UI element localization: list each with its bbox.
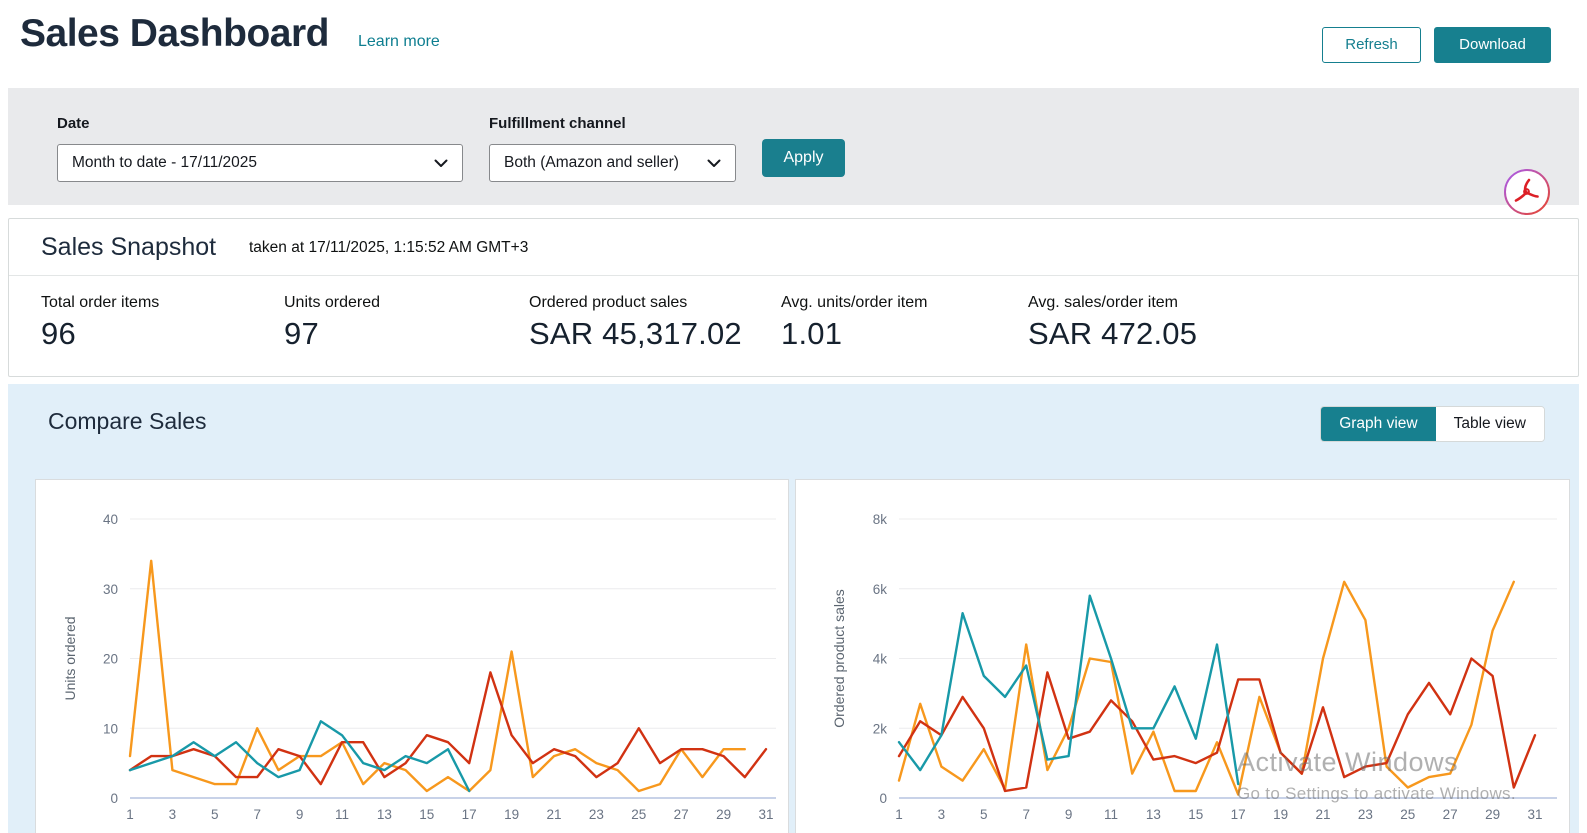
svg-text:27: 27 (674, 807, 689, 822)
svg-text:0: 0 (879, 791, 887, 806)
adobe-pdf-launcher-button[interactable] (1503, 168, 1551, 216)
svg-text:6k: 6k (873, 582, 888, 597)
svg-text:1: 1 (895, 807, 903, 822)
apply-button[interactable]: Apply (762, 139, 845, 177)
page-header: Sales Dashboard Learn more Refresh Downl… (0, 0, 1587, 88)
svg-text:15: 15 (1188, 807, 1203, 822)
svg-text:11: 11 (335, 807, 349, 822)
svg-text:29: 29 (1485, 807, 1500, 822)
svg-text:15: 15 (419, 807, 434, 822)
svg-text:30: 30 (103, 582, 118, 597)
svg-text:5: 5 (980, 807, 988, 822)
svg-text:3: 3 (169, 807, 177, 822)
svg-text:Ordered product sales: Ordered product sales (831, 589, 847, 728)
svg-text:31: 31 (758, 807, 773, 822)
sales-snapshot-card: Sales Snapshot taken at 17/11/2025, 1:15… (8, 218, 1579, 377)
filter-bar: Date Month to date - 17/11/2025 Fulfillm… (8, 88, 1579, 205)
ordered-product-sales-chart: 02k4k6k8k135791113151719212325272931Orde… (796, 480, 1569, 833)
svg-text:10: 10 (103, 721, 118, 736)
svg-text:25: 25 (1400, 807, 1415, 822)
units-ordered-chart: 010203040135791113151719212325272931Unit… (36, 480, 788, 833)
svg-text:5: 5 (211, 807, 219, 822)
svg-text:1: 1 (126, 807, 134, 822)
svg-text:9: 9 (1065, 807, 1073, 822)
compare-sales-title: Compare Sales (48, 408, 207, 435)
compare-sales-section: Compare Sales Graph view Table view 0102… (8, 384, 1579, 833)
fulfillment-channel-select[interactable]: Both (Amazon and seller) (489, 144, 736, 182)
svg-text:31: 31 (1527, 807, 1542, 822)
svg-text:21: 21 (546, 807, 561, 822)
svg-text:23: 23 (1358, 807, 1373, 822)
svg-text:7: 7 (253, 807, 261, 822)
adobe-acrobat-icon (1503, 168, 1551, 216)
svg-text:13: 13 (1146, 807, 1161, 822)
learn-more-link[interactable]: Learn more (358, 33, 440, 51)
svg-text:4k: 4k (873, 652, 888, 667)
svg-text:Units ordered: Units ordered (62, 616, 78, 700)
svg-text:40: 40 (103, 512, 118, 527)
svg-text:25: 25 (631, 807, 646, 822)
sales-snapshot-title: Sales Snapshot (41, 233, 216, 262)
refresh-button[interactable]: Refresh (1322, 27, 1421, 63)
table-view-tab[interactable]: Table view (1436, 407, 1544, 441)
svg-text:9: 9 (296, 807, 304, 822)
download-button[interactable]: Download (1434, 27, 1551, 63)
svg-text:21: 21 (1315, 807, 1330, 822)
svg-text:13: 13 (377, 807, 392, 822)
snapshot-timestamp: taken at 17/11/2025, 1:15:52 AM GMT+3 (249, 239, 528, 257)
chevron-down-icon (434, 159, 448, 168)
fulfillment-channel-value: Both (Amazon and seller) (504, 154, 679, 172)
date-select-value: Month to date - 17/11/2025 (72, 154, 257, 172)
svg-text:20: 20 (103, 652, 118, 667)
svg-text:17: 17 (1231, 807, 1246, 822)
ordered-product-sales-chart-card: 02k4k6k8k135791113151719212325272931Orde… (795, 479, 1570, 833)
svg-text:17: 17 (462, 807, 477, 822)
svg-text:23: 23 (589, 807, 604, 822)
stat-avg-units-per-order-item: Avg. units/order item 1.01 (781, 294, 1028, 352)
fulfillment-channel-label: Fulfillment channel (489, 115, 626, 132)
svg-text:7: 7 (1022, 807, 1030, 822)
stat-avg-sales-per-order-item: Avg. sales/order item SAR 472.05 (1028, 294, 1197, 352)
svg-text:11: 11 (1104, 807, 1118, 822)
svg-text:27: 27 (1443, 807, 1458, 822)
svg-text:29: 29 (716, 807, 731, 822)
graph-view-tab[interactable]: Graph view (1321, 407, 1435, 441)
snapshot-stats-row: Total order items 96 Units ordered 97 Or… (9, 276, 1578, 352)
svg-text:2k: 2k (873, 721, 888, 736)
date-label: Date (57, 115, 90, 132)
svg-text:19: 19 (504, 807, 519, 822)
sales-snapshot-header: Sales Snapshot taken at 17/11/2025, 1:15… (9, 219, 1578, 276)
view-toggle: Graph view Table view (1320, 406, 1545, 442)
units-ordered-chart-card: 010203040135791113151719212325272931Unit… (35, 479, 789, 833)
date-select[interactable]: Month to date - 17/11/2025 (57, 144, 463, 182)
page-title: Sales Dashboard (20, 12, 329, 56)
stat-ordered-product-sales: Ordered product sales SAR 45,317.02 (529, 294, 781, 352)
stat-units-ordered: Units ordered 97 (284, 294, 529, 352)
svg-text:3: 3 (938, 807, 946, 822)
chevron-down-icon (707, 159, 721, 168)
svg-text:8k: 8k (873, 512, 888, 527)
svg-text:19: 19 (1273, 807, 1288, 822)
sales-dashboard-page: Sales Dashboard Learn more Refresh Downl… (0, 0, 1587, 833)
svg-text:0: 0 (110, 791, 118, 806)
stat-total-order-items: Total order items 96 (41, 294, 284, 352)
